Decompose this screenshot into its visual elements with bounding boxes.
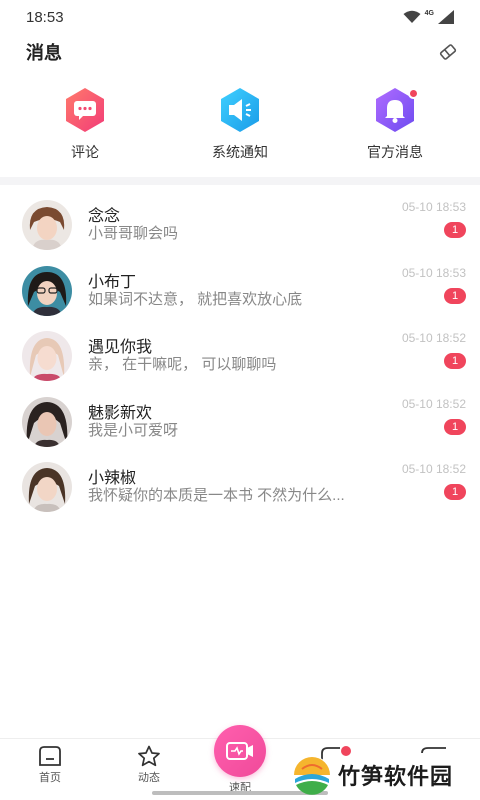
comments-label: 评论 [71,144,99,160]
speaker-icon [216,86,264,134]
unread-count-badge: 1 [444,222,466,238]
bell-icon [371,86,419,134]
tab-home[interactable]: 首页 [20,745,80,785]
conversation-item[interactable]: 魅影新欢 我是小可爱呀 05-10 18:52 1 [0,387,480,453]
conversation-item[interactable]: 小辣椒 我怀疑你的本质是一本书 不然为什么... 05-10 18:52 1 [0,452,480,518]
clear-unread-button[interactable] [436,40,460,64]
tab-home-label: 首页 [39,772,61,784]
star-icon [138,745,160,767]
unread-count-badge: 1 [444,418,466,435]
tab-moments-label: 动态 [138,772,160,784]
system-notice-label: 系统通知 [212,144,268,160]
official-message-label: 官方消息 [367,144,423,160]
message-categories: 评论 系统通知 官方消息 [0,86,480,166]
home-icon [39,746,61,766]
avatar[interactable] [22,396,72,447]
message-time: 05-10 18:53 [401,265,466,280]
conversation-item[interactable]: 念念 小哥哥聊会吗 05-10 18:53 1 [0,190,480,256]
video-match-icon [226,742,253,760]
avatar[interactable] [22,265,72,316]
unread-count-badge: 1 [444,484,466,500]
message-preview: 我怀疑你的本质是一本书 不然为什么... [88,487,345,504]
network-type-label: 4G [424,9,434,17]
avatar[interactable] [22,200,72,250]
conversation-item[interactable]: 小布丁 如果词不达意， 就把喜欢放心底 05-10 18:53 1 [0,256,480,322]
eraser-icon [439,44,457,60]
message-preview: 亲， 在干嘛呢， 可以聊聊吗 [88,356,277,373]
tab-moments[interactable]: 动态 [119,745,179,785]
unread-dot [408,88,419,99]
comments-shortcut[interactable]: 评论 [25,86,145,166]
system-notice-shortcut[interactable]: 系统通知 [180,86,300,166]
cellular-signal-icon [438,10,454,24]
unread-count-badge: 1 [444,287,466,304]
status-icons: 4G [403,10,454,24]
message-preview: 如果词不达意， 就把喜欢放心底 [88,290,303,308]
message-time: 05-10 18:52 [401,462,466,476]
section-divider [0,177,480,185]
conversation-list: 念念 小哥哥聊会吗 05-10 18:53 1 小布丁 如果词不达意， 就把喜欢… [0,190,480,518]
official-message-shortcut[interactable]: 官方消息 [335,86,455,166]
wifi-icon [403,10,421,23]
status-bar: 18:53 4G [0,0,480,34]
comment-icon [61,86,109,134]
message-preview: 我是小可爱呀 [88,421,179,439]
message-time: 05-10 18:52 [401,331,466,345]
avatar[interactable] [22,331,72,381]
message-preview: 小哥哥聊会吗 [88,225,179,242]
watermark: 竹笋软件园 [292,750,480,800]
avatar[interactable] [22,462,72,512]
tab-match[interactable]: 速配 [210,725,270,795]
page-title: 消息 [26,43,62,63]
match-button[interactable] [214,725,266,777]
status-time: 18:53 [26,8,64,26]
conversation-item[interactable]: 遇见你我 亲， 在干嘛呢， 可以聊聊吗 05-10 18:52 1 [0,321,480,387]
unread-count-badge: 1 [444,353,466,369]
bamboo-logo-icon [293,756,331,795]
header: 消息 [0,34,480,70]
message-time: 05-10 18:53 [401,200,466,214]
message-time: 05-10 18:52 [401,396,466,411]
watermark-text: 竹笋软件园 [338,764,454,789]
